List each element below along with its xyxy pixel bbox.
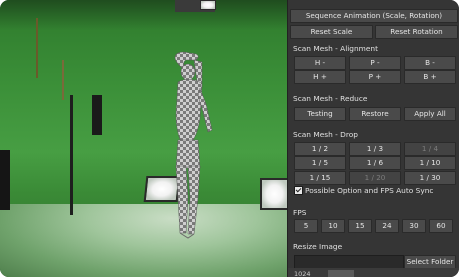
fps-section-title: FPS <box>293 208 307 217</box>
drop-1-6-button[interactable]: 1 / 6 <box>349 156 401 170</box>
drop-1-4-button[interactable]: 1 / 4 <box>404 142 456 156</box>
p-minus-button[interactable]: P - <box>349 56 401 70</box>
size-input[interactable]: 1024 <box>294 270 324 277</box>
auto-sync-label: Possible Option and FPS Auto Sync <box>305 186 434 195</box>
reset-rotation-button[interactable]: Reset Rotation <box>375 25 458 39</box>
app-window: Sequence Animation (Scale, Rotation) Res… <box>0 0 459 277</box>
drop-1-3-button[interactable]: 1 / 3 <box>349 142 401 156</box>
select-folder-button[interactable]: Select Folder <box>404 255 456 269</box>
drop-1-30-button[interactable]: 1 / 30 <box>404 171 456 185</box>
light-stand <box>92 95 102 135</box>
camera-rig <box>0 150 10 210</box>
scan-mesh-figure[interactable] <box>150 48 230 258</box>
drop-section-title: Scan Mesh - Drop <box>293 130 358 139</box>
drop-1-15-button[interactable]: 1 / 15 <box>294 171 346 185</box>
light-stand <box>36 18 38 78</box>
sequence-animation-button[interactable]: Sequence Animation (Scale, Rotation) <box>290 9 458 23</box>
drop-1-20-button[interactable]: 1 / 20 <box>349 171 401 185</box>
h-minus-button[interactable]: H - <box>294 56 346 70</box>
b-minus-button[interactable]: B - <box>404 56 456 70</box>
fps-10-button[interactable]: 10 <box>321 219 345 233</box>
resize-path-field[interactable] <box>294 255 404 269</box>
testing-button[interactable]: Testing <box>294 107 346 121</box>
studio-light <box>200 0 216 10</box>
size-slider[interactable] <box>328 270 354 277</box>
fps-60-button[interactable]: 60 <box>429 219 453 233</box>
restore-button[interactable]: Restore <box>349 107 401 121</box>
drop-1-10-button[interactable]: 1 / 10 <box>404 156 456 170</box>
fps-24-button[interactable]: 24 <box>375 219 399 233</box>
h-plus-button[interactable]: H + <box>294 70 346 84</box>
alignment-section-title: Scan Mesh - Alignment <box>293 44 379 53</box>
light-stand <box>70 95 73 215</box>
fps-30-button[interactable]: 30 <box>402 219 426 233</box>
resize-section-title: Resize Image <box>293 242 343 251</box>
b-plus-button[interactable]: B + <box>404 70 456 84</box>
ceiling-shadow <box>0 0 287 30</box>
p-plus-button[interactable]: P + <box>349 70 401 84</box>
drop-1-2-button[interactable]: 1 / 2 <box>294 142 346 156</box>
tool-panel: Sequence Animation (Scale, Rotation) Res… <box>287 0 459 277</box>
fps-15-button[interactable]: 15 <box>348 219 372 233</box>
scene-viewport[interactable] <box>0 0 287 277</box>
reset-scale-button[interactable]: Reset Scale <box>290 25 373 39</box>
reduce-section-title: Scan Mesh - Reduce <box>293 94 368 103</box>
light-stand <box>62 60 64 100</box>
studio-floor <box>0 204 287 277</box>
fps-5-button[interactable]: 5 <box>294 219 318 233</box>
apply-all-button[interactable]: Apply All <box>404 107 456 121</box>
drop-1-5-button[interactable]: 1 / 5 <box>294 156 346 170</box>
auto-sync-checkbox[interactable] <box>294 186 303 195</box>
studio-light <box>260 178 287 210</box>
